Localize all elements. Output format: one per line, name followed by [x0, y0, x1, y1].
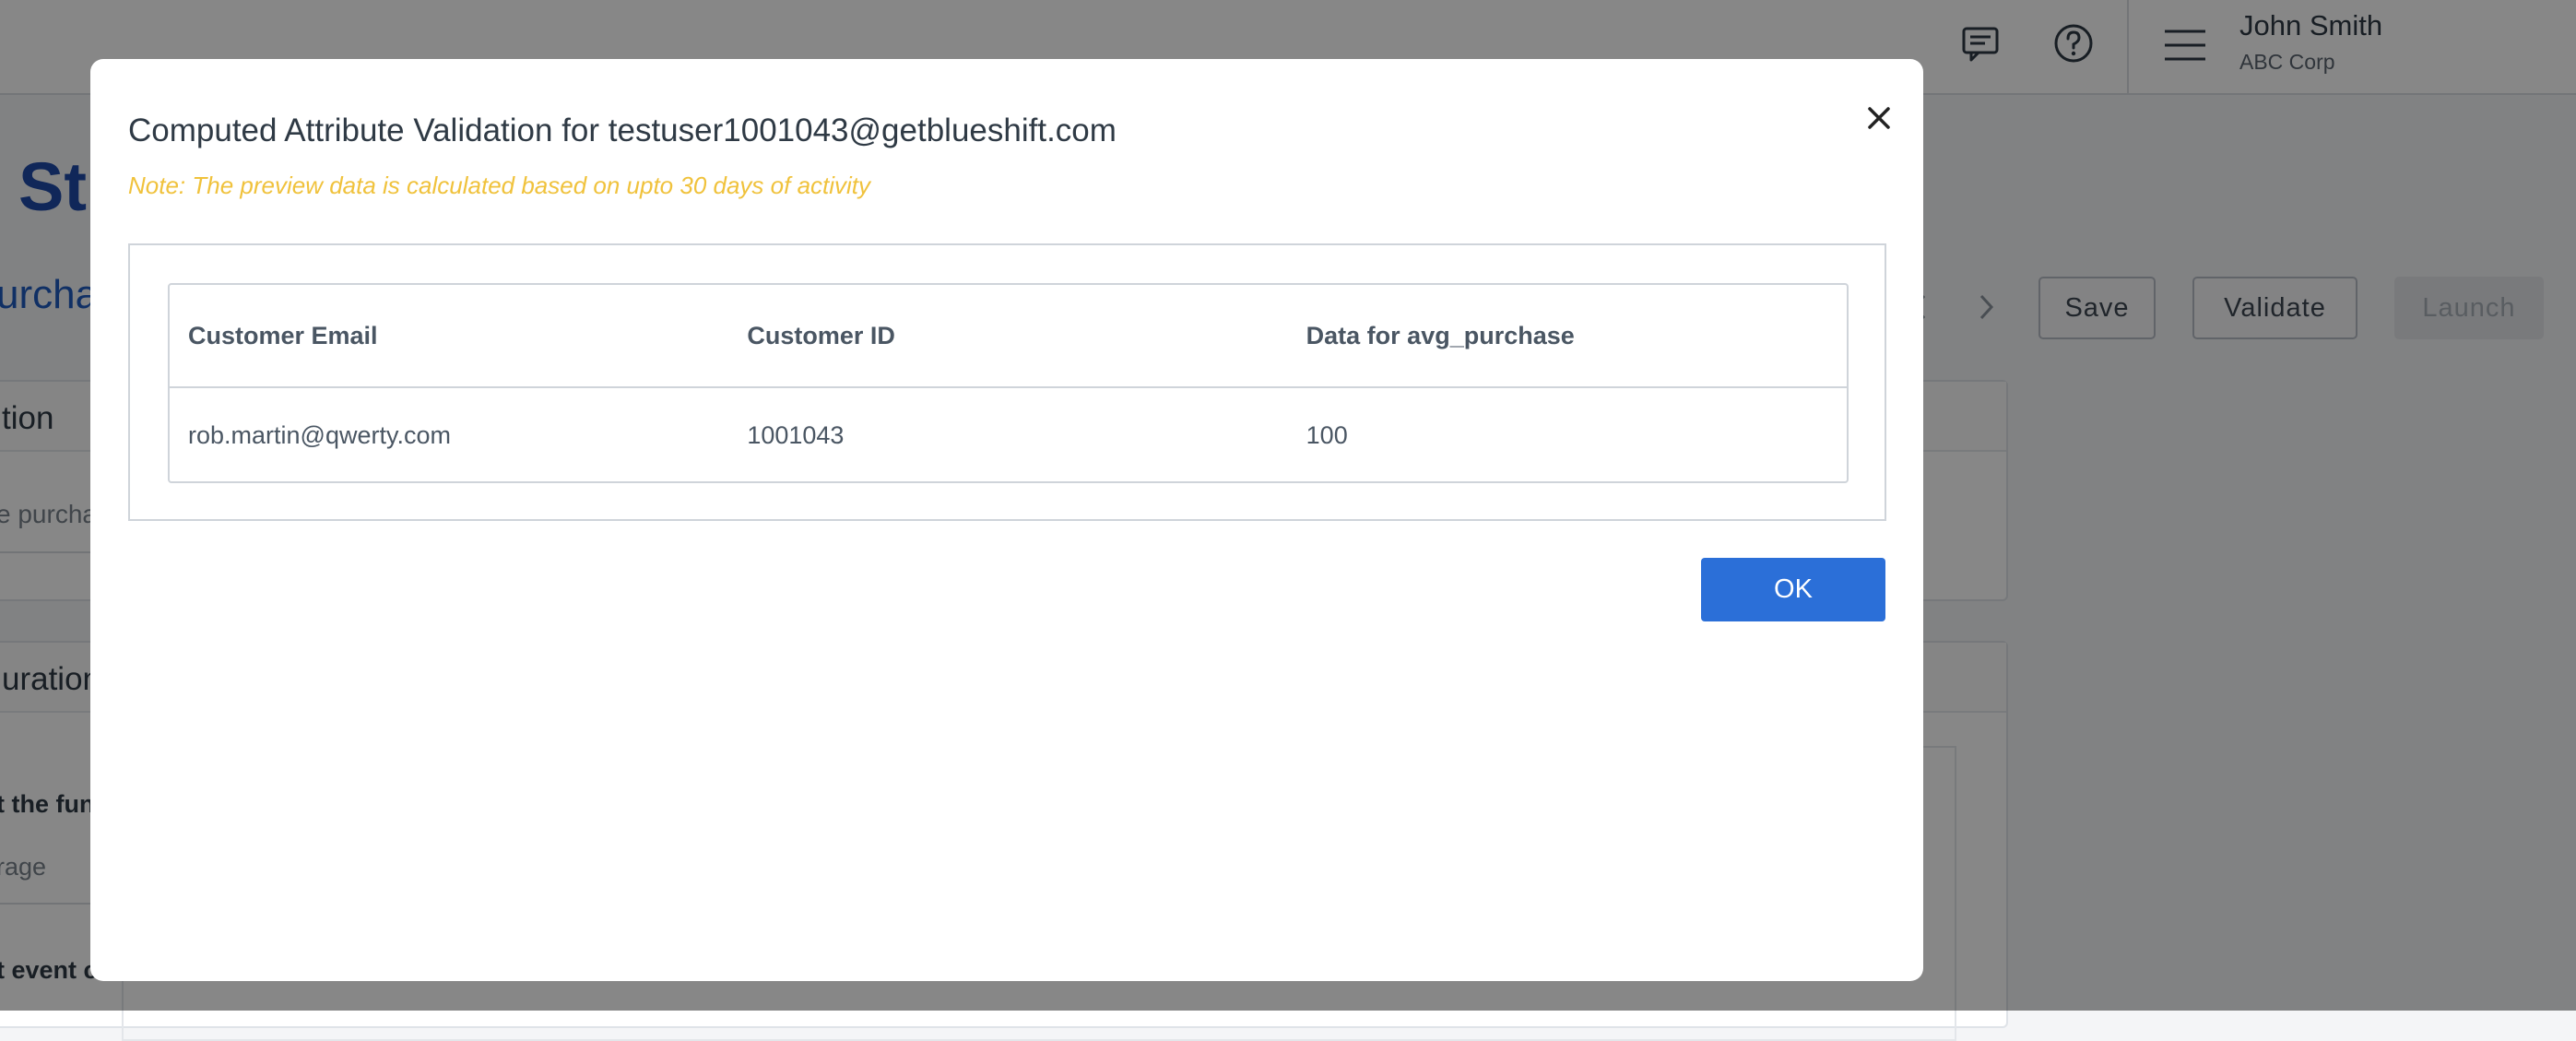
- results-panel: Customer Email Customer ID Data for avg_…: [128, 243, 1886, 521]
- modal-title: Computed Attribute Validation for testus…: [128, 112, 1117, 148]
- results-table: Customer Email Customer ID Data for avg_…: [168, 283, 1849, 483]
- column-header-avg-purchase: Data for avg_purchase: [1287, 285, 1847, 388]
- column-header-customer-id: Customer ID: [728, 285, 1288, 388]
- cell-customer-id: 1001043: [747, 421, 845, 449]
- ok-button[interactable]: OK: [1701, 558, 1885, 621]
- close-icon: [1868, 107, 1890, 129]
- table-row: rob.martin@qwerty.com 1001043 100: [170, 387, 1847, 481]
- cell-avg-purchase: 100: [1306, 421, 1348, 449]
- validation-modal: Computed Attribute Validation for testus…: [90, 59, 1923, 981]
- cell-customer-email: rob.martin@qwerty.com: [188, 421, 451, 449]
- table-header-row: Customer Email Customer ID Data for avg_…: [170, 285, 1847, 388]
- column-header-customer-email: Customer Email: [170, 285, 729, 388]
- preview-note: Note: The preview data is calculated bas…: [128, 172, 871, 199]
- close-button[interactable]: [1853, 92, 1905, 144]
